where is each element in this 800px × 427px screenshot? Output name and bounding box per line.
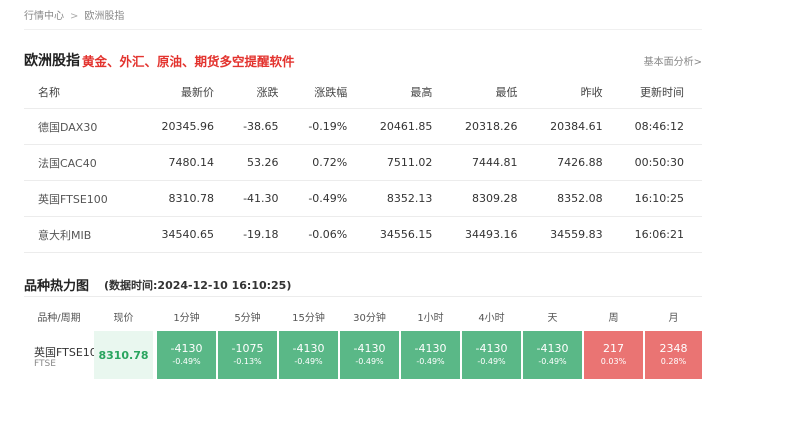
page-title: 欧洲股指 [24, 53, 80, 69]
update-time: 00:50:30 [620, 144, 702, 181]
heatmap-cell-week[interactable]: 217 0.03% [584, 331, 643, 379]
high: 8352.13 [365, 180, 451, 217]
heatmap-cell-4h[interactable]: -4130 -0.49% [462, 331, 521, 379]
prev-close: 20384.61 [535, 108, 621, 145]
heatmap-cell-value: -4130 [475, 342, 508, 355]
low: 34493.16 [450, 216, 536, 253]
col-last: 最新价 [146, 76, 232, 109]
heatmap-col-week: 周 [608, 313, 619, 324]
col-low: 最低 [450, 76, 536, 109]
heatmap-cell-30m[interactable]: -4130 -0.49% [340, 331, 399, 379]
heatmap-col-1m: 1分钟 [173, 313, 200, 324]
heatmap-cell-5m[interactable]: -1075 -0.13% [218, 331, 277, 379]
heatmap-cell-value: -4130 [292, 342, 325, 355]
heatmap-header: 品种/周期 现价 1分钟 5分钟 15分钟 30分钟 1小时 4小时 天 周 月 [24, 303, 702, 327]
heatmap-cell-pct: -0.49% [538, 357, 567, 366]
heatmap-col-5m: 5分钟 [234, 313, 261, 324]
heatmap-cell-value: -1075 [231, 342, 264, 355]
promo-link[interactable]: 黄金、外汇、原油、期货多空提醒软件 [82, 51, 295, 70]
heatmap-cell-pct: -0.49% [294, 357, 323, 366]
table-row[interactable]: 德国DAX30 20345.96 -38.65 -0.19% 20461.85 … [24, 108, 702, 145]
index-name[interactable]: 英国FTSE100 [24, 180, 147, 217]
heatmap-row[interactable]: 英国FTSE100 FTSE 8310.78 -4130 -0.49% -1075… [24, 331, 702, 379]
change: -19.18 [231, 216, 297, 253]
heatmap-col-month: 月 [668, 313, 679, 324]
change: -41.30 [231, 180, 297, 217]
divider [24, 296, 702, 297]
high: 34556.15 [365, 216, 451, 253]
quotes-table: 名称 最新价 涨跌 涨跌幅 最高 最低 昨收 更新时间 德国DAX30 2034… [24, 76, 702, 253]
index-name[interactable]: 法国CAC40 [24, 144, 147, 181]
index-name[interactable]: 意大利MIB [24, 216, 147, 253]
change-pct: -0.06% [296, 216, 366, 253]
change: -38.65 [231, 108, 297, 145]
change: 53.26 [231, 144, 297, 181]
col-high: 最高 [365, 76, 451, 109]
col-pct: 涨跌幅 [296, 76, 366, 109]
breadcrumb-current: 欧洲股指 [84, 11, 125, 22]
breadcrumb-separator: > [70, 11, 79, 22]
heatmap-col-30m: 30分钟 [353, 313, 386, 324]
heatmap-cell-pct: -0.49% [477, 357, 506, 366]
update-time: 08:46:12 [620, 108, 702, 145]
breadcrumb: 行情中心 > 欧洲股指 [24, 7, 124, 22]
heatmap-cell-value: -4130 [536, 342, 569, 355]
heatmap-symbol-code: FTSE [34, 359, 56, 369]
heatmap-cell-value: -4130 [414, 342, 447, 355]
high: 20461.85 [365, 108, 451, 145]
fundamental-analysis-link[interactable]: 基本面分析> [644, 53, 702, 68]
heatmap-cell-15m[interactable]: -4130 -0.49% [279, 331, 338, 379]
col-prev: 昨收 [535, 76, 621, 109]
change-pct: -0.19% [296, 108, 366, 145]
col-change: 涨跌 [231, 76, 297, 109]
heatmap-cell-month[interactable]: 2348 0.28% [645, 331, 702, 379]
heatmap-cell-pct: -0.49% [416, 357, 445, 366]
heatmap-cell-value: 217 [603, 342, 624, 355]
index-name[interactable]: 德国DAX30 [24, 108, 147, 145]
low: 8309.28 [450, 180, 536, 217]
heatmap-cell-value: -4130 [170, 342, 203, 355]
table-row[interactable]: 意大利MIB 34540.65 -19.18 -0.06% 34556.15 3… [24, 216, 702, 253]
update-time: 16:10:25 [620, 180, 702, 217]
heatmap-col-symbol: 品种/周期 [37, 313, 81, 324]
heatmap-cell-value: 2348 [659, 342, 688, 355]
heatmap-col-1h: 1小时 [417, 313, 444, 324]
col-name: 名称 [24, 76, 147, 109]
heatmap-cell-pct: 0.28% [660, 357, 687, 366]
heatmap-cell-1h[interactable]: -4130 -0.49% [401, 331, 460, 379]
change-pct: 0.72% [296, 144, 366, 181]
prev-close: 8352.08 [535, 180, 621, 217]
low: 7444.81 [450, 144, 536, 181]
change-pct: -0.49% [296, 180, 366, 217]
heatmap-data-time: (数据时间:2024-12-10 16:10:25) [104, 279, 292, 292]
heatmap-col-price: 现价 [113, 313, 134, 324]
heatmap-current-price: 8310.78 [94, 331, 153, 379]
heatmap-cell-pct: 0.03% [600, 357, 627, 366]
heatmap-col-day: 天 [547, 313, 558, 324]
update-time: 16:06:21 [620, 216, 702, 253]
last-price: 34540.65 [146, 216, 232, 253]
last-price: 7480.14 [146, 144, 232, 181]
heatmap-col-4h: 4小时 [478, 313, 505, 324]
high: 7511.02 [365, 144, 451, 181]
table-row[interactable]: 英国FTSE100 8310.78 -41.30 -0.49% 8352.13 … [24, 180, 702, 217]
last-price: 20345.96 [146, 108, 232, 145]
low: 20318.26 [450, 108, 536, 145]
table-row[interactable]: 法国CAC40 7480.14 53.26 0.72% 7511.02 7444… [24, 144, 702, 181]
last-price: 8310.78 [146, 180, 232, 217]
heatmap-cell-day[interactable]: -4130 -0.49% [523, 331, 582, 379]
heatmap-cell-pct: -0.49% [172, 357, 201, 366]
table-header-row: 名称 最新价 涨跌 涨跌幅 最高 最低 昨收 更新时间 [24, 76, 702, 109]
prev-close: 7426.88 [535, 144, 621, 181]
heatmap-cell-1m[interactable]: -4130 -0.49% [157, 331, 216, 379]
heatmap-title: 品种热力图 [24, 279, 90, 294]
breadcrumb-home-link[interactable]: 行情中心 [24, 11, 64, 22]
divider [24, 29, 702, 30]
heatmap-cell-pct: -0.49% [355, 357, 384, 366]
heatmap-cell-pct: -0.13% [233, 357, 262, 366]
heatmap-cell-value: -4130 [353, 342, 386, 355]
heatmap-col-15m: 15分钟 [292, 313, 325, 324]
col-time: 更新时间 [620, 76, 702, 109]
prev-close: 34559.83 [535, 216, 621, 253]
